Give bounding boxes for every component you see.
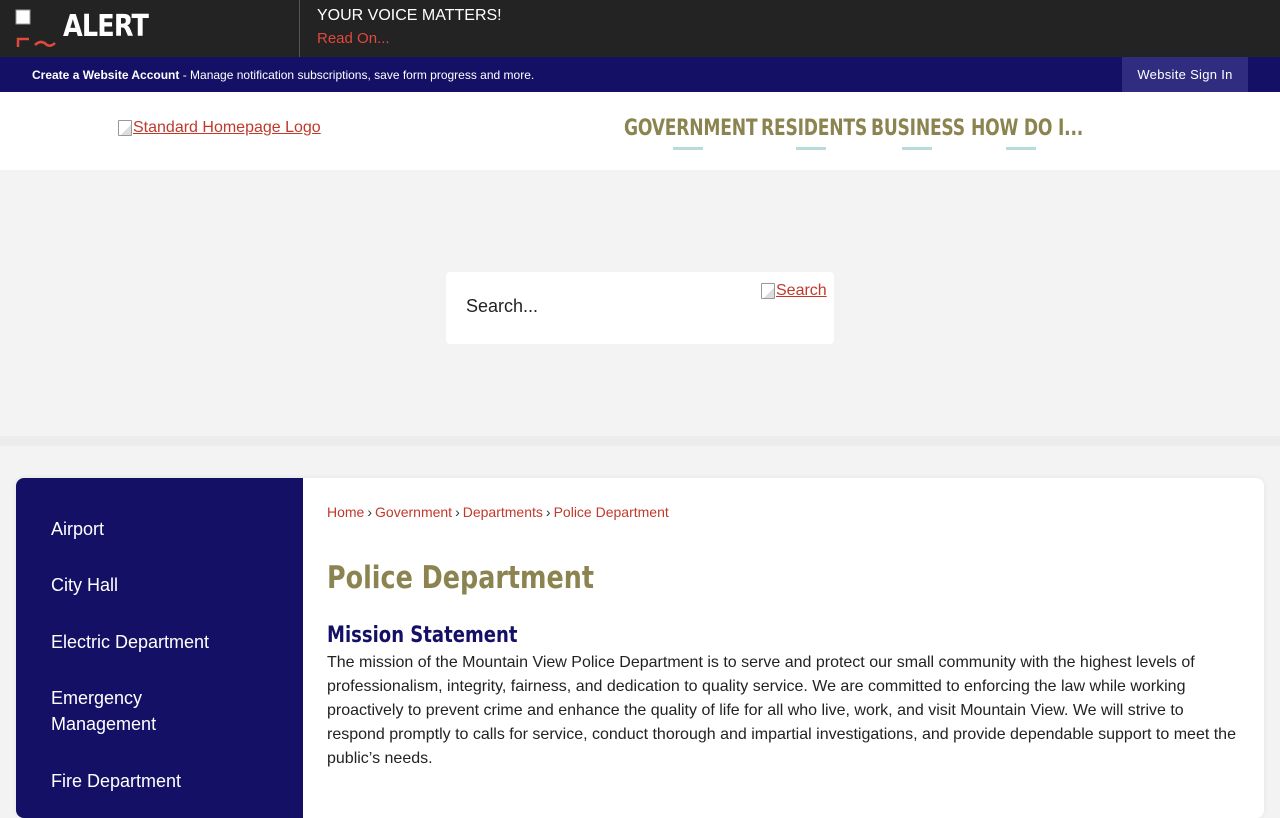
nav-underline-business	[902, 147, 932, 150]
breadcrumb-government[interactable]: Government	[375, 504, 452, 520]
search-box: Search	[446, 272, 834, 344]
main-content: Home › Government › Departments › Police Depar…	[303, 478, 1264, 818]
sidebar-item-emergency-management[interactable]: Emergency Management	[51, 685, 241, 737]
create-account-link[interactable]: Create a Website Account	[32, 68, 179, 82]
breadcrumb-home[interactable]: Home	[327, 504, 364, 520]
search-button[interactable]: Search	[761, 282, 827, 300]
nav-underline-how-do-i	[1006, 147, 1036, 150]
mission-text: The mission of the Mountain View Police …	[327, 654, 1236, 767]
nav-residents[interactable]: RESIDENTS	[761, 116, 871, 141]
account-description: - Manage notification subscriptions, sav…	[179, 68, 535, 82]
search-button-alt: Search	[776, 282, 827, 299]
breadcrumb-departments[interactable]: Departments	[463, 504, 543, 520]
site-header: Standard Homepage Logo GOVERNMENT RESIDE…	[0, 92, 1280, 170]
hero-divider	[0, 436, 1280, 446]
breadcrumb-separator: ›	[455, 504, 460, 520]
alert-label-area: ALERT	[0, 0, 300, 57]
alert-message: YOUR VOICE MATTERS!	[317, 7, 502, 24]
alert-bar: ALERT YOUR VOICE MATTERS! Read On...	[0, 0, 1280, 57]
sidebar-item-electric-department[interactable]: Electric Department	[51, 629, 209, 655]
main-nav: GOVERNMENT RESIDENTS BUSINESS HOW DO I..…	[624, 116, 1083, 141]
nav-underline-government	[673, 147, 703, 150]
page-title: Police Department	[327, 560, 595, 596]
website-sign-in-button[interactable]: Website Sign In	[1122, 57, 1248, 92]
nav-government[interactable]: GOVERNMENT	[624, 116, 761, 141]
alert-icon	[15, 9, 56, 47]
account-bar: Create a Website Account - Manage notifi…	[0, 57, 1280, 92]
logo-alt-text: Standard Homepage Logo	[133, 119, 321, 136]
breadcrumb-separator: ›	[367, 504, 373, 520]
nav-how-do-i[interactable]: HOW DO I...	[971, 116, 1083, 141]
breadcrumb-separator: ›	[545, 504, 551, 520]
mission-heading: Mission Statement	[327, 623, 518, 648]
broken-image-icon	[761, 283, 775, 299]
sidebar-item-fire-department[interactable]: Fire Department	[51, 768, 181, 794]
broken-image-icon	[118, 120, 132, 136]
breadcrumb-police-department[interactable]: Police Department	[554, 504, 669, 520]
account-text: Create a Website Account - Manage notifi…	[32, 68, 534, 82]
breadcrumb: Home › Government › Departments › Police Depar…	[327, 504, 669, 520]
nav-underline-residents	[796, 147, 826, 150]
search-input[interactable]	[466, 296, 746, 317]
alert-read-on-link[interactable]: Read On...	[317, 30, 390, 47]
homepage-logo-link[interactable]: Standard Homepage Logo	[118, 119, 321, 137]
alert-title: ALERT	[63, 9, 149, 44]
sidebar: Airport City Hall Electric Department Em…	[16, 478, 303, 818]
sidebar-item-city-hall[interactable]: City Hall	[51, 572, 118, 598]
sidebar-item-airport[interactable]: Airport	[51, 516, 104, 542]
content-area: Airport City Hall Electric Department Em…	[16, 478, 1264, 818]
nav-business[interactable]: BUSINESS	[871, 116, 971, 141]
